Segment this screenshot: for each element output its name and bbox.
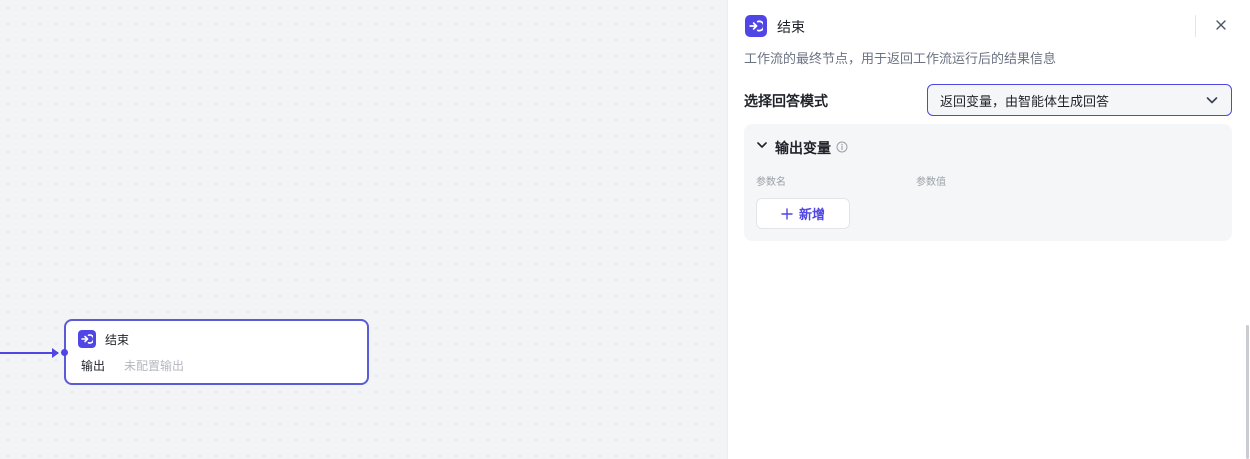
end-node[interactable]: 结束 输出 未配置输出 (64, 319, 369, 385)
header-divider (1195, 15, 1196, 37)
connection-edge (0, 352, 58, 354)
collapse-chevron-icon[interactable] (756, 139, 768, 151)
info-icon[interactable] (836, 141, 848, 153)
panel-description: 工作流的最终节点，用于返回工作流运行后的结果信息 (744, 52, 1057, 67)
node-title: 结束 (105, 333, 130, 347)
output-variables-section: 输出变量 参数名 参数值 新增 (744, 124, 1232, 241)
add-variable-button[interactable]: 新增 (756, 198, 850, 229)
workflow-canvas[interactable]: 结束 输出 未配置输出 (0, 0, 727, 459)
node-output-value: 未配置输出 (124, 359, 185, 373)
output-variables-title: 输出变量 (775, 141, 831, 157)
node-output-label: 输出 (81, 359, 106, 373)
node-config-panel: 结束 工作流的最终节点，用于返回工作流运行后的结果信息 选择回答模式 返回变量，… (727, 0, 1245, 459)
plus-icon (781, 207, 793, 220)
chevron-down-icon (1206, 97, 1218, 104)
answer-mode-label: 选择回答模式 (744, 94, 828, 110)
column-header-param-value: 参数值 (916, 177, 946, 188)
end-node-icon (78, 330, 96, 348)
node-input-handle[interactable] (61, 349, 68, 356)
answer-mode-select[interactable]: 返回变量，由智能体生成回答 (927, 84, 1232, 116)
column-header-param-name: 参数名 (756, 177, 786, 188)
answer-mode-value: 返回变量，由智能体生成回答 (940, 94, 1110, 110)
edge-arrow-icon (52, 348, 59, 358)
close-icon (1216, 20, 1226, 30)
end-node-icon (745, 15, 767, 37)
close-button[interactable] (1210, 14, 1232, 36)
scrollbar-thumb[interactable] (1246, 325, 1249, 459)
add-variable-label: 新增 (798, 208, 825, 223)
panel-title: 结束 (777, 20, 805, 36)
